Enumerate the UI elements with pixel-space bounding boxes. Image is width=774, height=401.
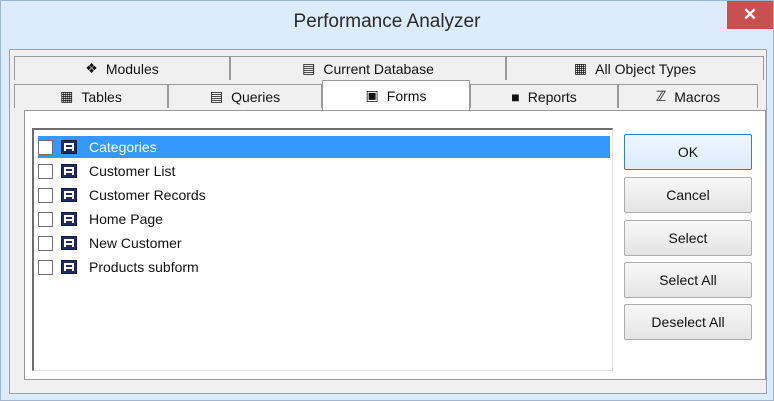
- checkbox[interactable]: [38, 163, 53, 179]
- tab-row-front: ▦ Tables ▤ Queries ▣ Forms ■ Reports ℤ M…: [14, 80, 758, 110]
- list-item-label: Home Page: [89, 211, 163, 227]
- form-icon: [61, 164, 77, 178]
- list-item[interactable]: Products subform: [38, 256, 612, 278]
- object-listbox[interactable]: Categories Customer List Customer Record…: [32, 128, 613, 371]
- tab-reports[interactable]: ■ Reports: [470, 84, 618, 108]
- list-item-label: Categories: [85, 138, 161, 156]
- checkbox[interactable]: [38, 235, 53, 251]
- list-item[interactable]: Customer Records: [38, 184, 612, 206]
- tab-macros[interactable]: ℤ Macros: [618, 84, 758, 108]
- list-item[interactable]: Home Page: [38, 208, 612, 230]
- tab-label: All Object Types: [595, 60, 697, 77]
- deselect-all-button[interactable]: Deselect All: [624, 304, 752, 340]
- list-item-label: Products subform: [89, 259, 199, 275]
- tab-label: Forms: [386, 87, 427, 104]
- ok-button[interactable]: OK: [624, 134, 752, 170]
- tab-tables[interactable]: ▦ Tables: [14, 84, 168, 108]
- tab-row-back: ❖ Modules ▤ Current Database ▦ All Objec…: [14, 56, 764, 82]
- list-item-label: Customer List: [89, 163, 176, 179]
- database-icon: ▤: [302, 60, 316, 76]
- form-icon: [61, 236, 77, 250]
- tab-label: Tables: [81, 88, 122, 105]
- list-item-label: Customer Records: [89, 187, 206, 203]
- modules-icon: ❖: [85, 60, 98, 76]
- table-icon: ▦: [60, 88, 74, 104]
- tab-label: Modules: [105, 60, 159, 77]
- checkbox[interactable]: [38, 259, 53, 275]
- list-item[interactable]: New Customer: [38, 232, 612, 254]
- tab-all-object-types[interactable]: ▦ All Object Types: [506, 56, 764, 80]
- close-icon: ✕: [742, 5, 758, 24]
- tab-forms[interactable]: ▣ Forms: [322, 80, 470, 110]
- checkbox[interactable]: [38, 187, 53, 203]
- titlebar[interactable]: Performance Analyzer ✕: [1, 1, 773, 41]
- form-icon: [61, 260, 77, 274]
- window-title: Performance Analyzer: [293, 11, 481, 32]
- tab-label: Macros: [674, 88, 721, 105]
- tab-label: Queries: [231, 88, 281, 105]
- tab-label: Current Database: [323, 60, 434, 77]
- cancel-button[interactable]: Cancel: [624, 177, 752, 213]
- select-all-button[interactable]: Select All: [624, 262, 752, 298]
- form-icon: [61, 140, 77, 154]
- query-icon: ▤: [209, 88, 224, 104]
- report-icon: ■: [511, 88, 520, 105]
- list-item[interactable]: Customer List: [38, 160, 612, 182]
- select-button[interactable]: Select: [624, 220, 752, 256]
- list-item-label: New Customer: [89, 235, 182, 251]
- tab-modules[interactable]: ❖ Modules: [14, 56, 230, 80]
- checkbox[interactable]: [38, 139, 53, 155]
- tab-current-database[interactable]: ▤ Current Database: [230, 56, 506, 80]
- tab-label: Reports: [527, 88, 577, 105]
- form-icon: [61, 188, 77, 202]
- list-item[interactable]: Categories: [38, 136, 610, 158]
- form-icon: [61, 212, 77, 226]
- tab-queries[interactable]: ▤ Queries: [168, 84, 322, 108]
- checkbox[interactable]: [38, 211, 53, 227]
- form-icon: ▣: [365, 87, 379, 103]
- object-types-icon: ▦: [573, 60, 588, 76]
- macro-icon: ℤ: [655, 88, 667, 104]
- close-button[interactable]: ✕: [727, 1, 773, 29]
